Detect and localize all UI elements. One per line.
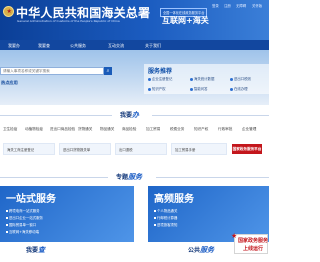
service-link[interactable]: 企业管理 xyxy=(242,127,256,132)
service-card[interactable]: 海关工商注册登记 xyxy=(3,143,55,155)
nav-item-cha[interactable]: 我要查 xyxy=(38,43,50,49)
dot-icon xyxy=(190,77,193,81)
one-stop-service-card[interactable]: 一站式服务 跨境电商一站式服务 进出口企业一站式服务 国际贸易单一窗口 互联网+… xyxy=(0,186,134,242)
section-header-ban: 我要办 xyxy=(0,110,269,120)
section-title-cha: 我要查 xyxy=(26,246,46,254)
service-link[interactable]: 加工贸易 xyxy=(146,127,160,132)
gov-service-float-badge[interactable]: ★ 国家政务服务 上线运行 xyxy=(231,232,269,254)
search-box xyxy=(0,67,104,75)
dot-icon xyxy=(190,87,193,91)
bullet-icon xyxy=(154,224,156,226)
accessibility-link[interactable]: 无障碍 xyxy=(236,3,246,8)
service-link[interactable]: 进出口商品检验 xyxy=(50,127,75,132)
service-link[interactable]: 卫生检疫 xyxy=(3,127,17,132)
dot-icon xyxy=(230,87,233,91)
section-header-topic: 专题服务 xyxy=(0,172,269,182)
service-link[interactable]: 动植物检疫 xyxy=(25,127,43,132)
service-recommend-item[interactable]: 企业注册登记 xyxy=(148,76,172,81)
nav-item-ban[interactable]: 我要办 xyxy=(8,43,20,49)
customs-emblem-icon: ★ xyxy=(3,6,14,17)
hot-apps-label: 热点应用 xyxy=(1,80,18,85)
service-recommend-item[interactable]: 海关统计数据 xyxy=(190,76,214,81)
main-nav: 我要办 我要查 公共服务 互动交流 关于我们 xyxy=(0,40,269,50)
dot-icon xyxy=(148,87,151,91)
high-frequency-title: 高频服务 xyxy=(154,194,194,205)
service-link[interactable]: 行政审批 xyxy=(218,127,232,132)
one-stop-link[interactable]: 跨境电商一站式服务 xyxy=(6,208,40,213)
divider xyxy=(0,115,112,116)
section-title-public: 公共服务 xyxy=(188,246,215,254)
one-stop-title: 一站式服务 xyxy=(6,194,56,205)
service-recommend-title: 服务推荐 xyxy=(148,68,173,75)
section-title-ban: 我要办 xyxy=(120,111,140,119)
service-link[interactable]: 物品通关 xyxy=(100,127,114,132)
service-recommend-item[interactable]: 智能问答 xyxy=(190,86,208,91)
service-card[interactable]: 加工贸易手册 xyxy=(171,143,227,155)
high-frequency-link[interactable]: 行邮税计算器 xyxy=(154,215,177,220)
gov-platform-badge[interactable]: 国家政务服务平台 xyxy=(232,144,262,154)
service-link[interactable]: 商品检验 xyxy=(122,127,136,132)
bullet-icon xyxy=(154,210,156,212)
star-icon: ★ xyxy=(231,232,238,240)
service-card[interactable]: 进出口货物报关单 xyxy=(59,143,111,155)
service-recommend-item[interactable]: 进出口税则 xyxy=(230,76,251,81)
bullet-icon xyxy=(6,231,8,233)
divider xyxy=(152,115,269,116)
service-link[interactable]: 知识产权 xyxy=(194,127,208,132)
divider xyxy=(156,177,269,178)
high-frequency-link[interactable]: 进境旅客须知 xyxy=(154,222,177,227)
one-stop-link[interactable]: 进出口企业一站式服务 xyxy=(6,215,43,220)
one-stop-link[interactable]: 国际贸易单一窗口 xyxy=(6,222,36,227)
gov-badge-line1: 国家政务服务 xyxy=(238,238,269,244)
nav-item-interact[interactable]: 互动交流 xyxy=(108,43,124,49)
nav-item-about[interactable]: 关于我们 xyxy=(145,43,161,49)
section-title-topic: 专题服务 xyxy=(116,173,143,181)
dot-icon xyxy=(230,77,233,81)
divider xyxy=(0,177,108,178)
site-subtitle: General Administration of Customs of the… xyxy=(17,19,120,23)
bullet-icon xyxy=(154,217,156,219)
high-frequency-link[interactable]: 个人物品通关 xyxy=(154,208,177,213)
service-link[interactable]: 税费业务 xyxy=(170,127,184,132)
platform-name: 互联网+海关 xyxy=(162,16,209,25)
gov-badge-line2: 上线运行 xyxy=(243,246,264,252)
service-recommend-item[interactable]: 在线办理 xyxy=(230,86,248,91)
header-banner: ★ 中华人民共和国海关总署 General Administration of … xyxy=(0,0,269,40)
service-recommend-item[interactable]: 知识产权 xyxy=(148,86,166,91)
dot-icon xyxy=(148,77,151,81)
login-link[interactable]: 登录 xyxy=(212,3,219,8)
register-link[interactable]: 注册 xyxy=(224,3,231,8)
one-stop-link[interactable]: 互联网+海关移动端 xyxy=(6,229,39,234)
service-link[interactable]: 货物通关 xyxy=(78,127,92,132)
bullet-icon xyxy=(6,224,8,226)
bullet-icon xyxy=(6,210,8,212)
search-icon[interactable]: ⌕ xyxy=(104,67,112,75)
search-input[interactable] xyxy=(1,68,103,74)
nav-item-public[interactable]: 公共服务 xyxy=(70,43,86,49)
bullet-icon xyxy=(6,217,8,219)
service-card[interactable]: 出口退税 xyxy=(115,143,167,155)
care-mode-link[interactable]: 关怀版 xyxy=(252,3,262,8)
